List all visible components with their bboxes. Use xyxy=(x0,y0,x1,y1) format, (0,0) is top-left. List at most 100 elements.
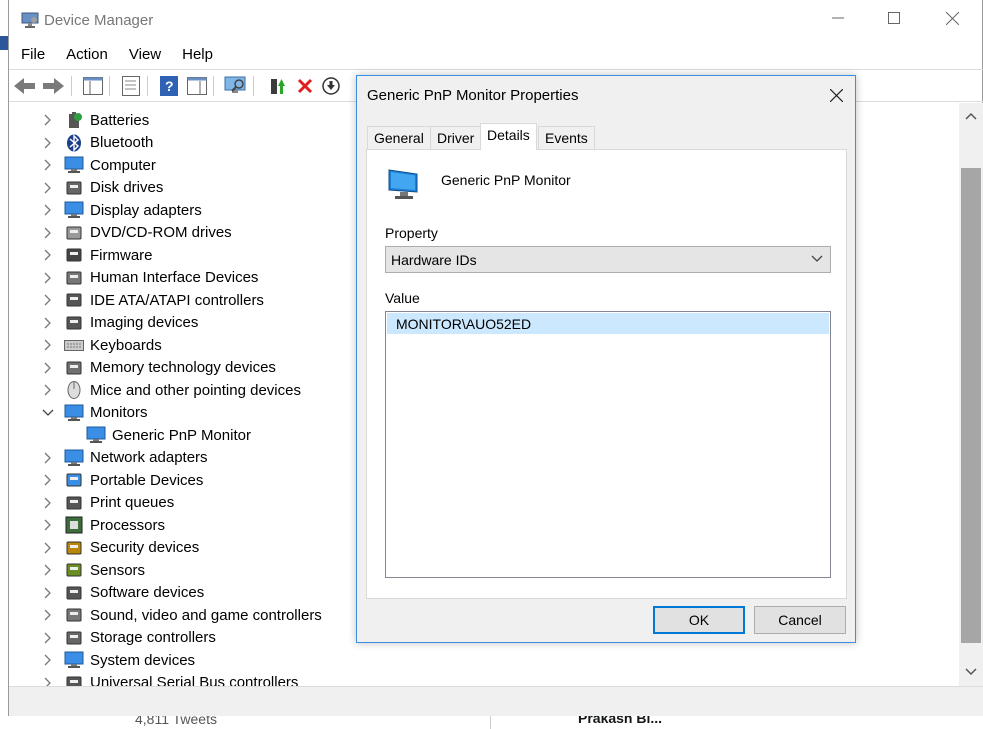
help-icon: ? xyxy=(160,76,178,96)
tree-item[interactable]: Monitors xyxy=(42,402,148,424)
tree-item[interactable]: Processors xyxy=(42,514,165,536)
back-button[interactable] xyxy=(13,74,37,98)
chevron-right-icon[interactable] xyxy=(42,294,54,306)
chevron-right-icon[interactable] xyxy=(42,362,54,374)
chevron-right-icon[interactable] xyxy=(42,227,54,239)
menu-action[interactable]: Action xyxy=(54,42,117,68)
tree-item[interactable]: Storage controllers xyxy=(42,627,216,649)
chevron-right-icon[interactable] xyxy=(42,137,54,149)
chevron-right-icon[interactable] xyxy=(42,452,54,464)
tree-item[interactable]: Sensors xyxy=(42,559,145,581)
usb-icon xyxy=(64,674,84,686)
properties-dialog: Generic PnP Monitor Properties General D… xyxy=(356,75,856,643)
tree-item[interactable]: Generic PnP Monitor xyxy=(86,424,251,446)
tree-item[interactable]: Imaging devices xyxy=(42,312,198,334)
value-list[interactable]: MONITOR\AUO52ED xyxy=(385,311,831,578)
uninstall-device-button[interactable] xyxy=(293,74,317,98)
minimize-button[interactable] xyxy=(815,0,861,36)
tree-item[interactable]: Universal Serial Bus controllers xyxy=(42,672,298,686)
chevron-right-icon[interactable] xyxy=(42,204,54,216)
chevron-right-icon[interactable] xyxy=(42,587,54,599)
tree-item[interactable]: Print queues xyxy=(42,492,174,514)
chevron-right-icon[interactable] xyxy=(42,632,54,644)
tree-item[interactable]: Sound, video and game controllers xyxy=(42,604,322,626)
tab-details[interactable]: Details xyxy=(480,123,537,150)
chevron-right-icon[interactable] xyxy=(42,339,54,351)
tree-item[interactable]: Disk drives xyxy=(42,177,163,199)
tree-item[interactable]: Keyboards xyxy=(42,334,162,356)
tab-driver[interactable]: Driver xyxy=(430,126,482,149)
chevron-right-icon[interactable] xyxy=(42,114,54,126)
chevron-right-icon[interactable] xyxy=(42,249,54,261)
tree-item[interactable]: Software devices xyxy=(42,582,204,604)
value-label: Value xyxy=(385,290,420,306)
chevron-right-icon[interactable] xyxy=(42,519,54,531)
chevron-right-icon[interactable] xyxy=(42,159,54,171)
tree-item[interactable]: Memory technology devices xyxy=(42,357,276,379)
chevron-right-icon[interactable] xyxy=(42,384,54,396)
tree-item[interactable]: Firmware xyxy=(42,244,153,266)
tree-item[interactable]: Computer xyxy=(42,154,156,176)
scroll-up-icon[interactable] xyxy=(963,111,979,121)
network-adapter-icon xyxy=(64,449,84,467)
chevron-right-icon[interactable] xyxy=(42,609,54,621)
value-list-item[interactable]: MONITOR\AUO52ED xyxy=(387,313,829,334)
maximize-icon xyxy=(888,12,900,24)
forward-button[interactable] xyxy=(41,74,65,98)
menu-view[interactable]: View xyxy=(117,42,170,68)
tab-general[interactable]: General xyxy=(367,126,431,149)
show-hide-console-tree-button[interactable] xyxy=(81,74,105,98)
vertical-scrollbar[interactable] xyxy=(959,103,983,686)
chevron-right-icon[interactable] xyxy=(42,654,54,666)
tree-item[interactable]: Batteries xyxy=(42,109,149,131)
tree-item[interactable]: Human Interface Devices xyxy=(42,267,258,289)
chevron-right-icon[interactable] xyxy=(42,474,54,486)
scroll-down-icon[interactable] xyxy=(963,667,979,677)
chevron-right-icon[interactable] xyxy=(42,182,54,194)
tree-item-label: IDE ATA/ATAPI controllers xyxy=(90,291,264,309)
tree-item-label: Computer xyxy=(90,156,156,174)
help-button[interactable]: ? xyxy=(157,74,181,98)
action-pane-button[interactable] xyxy=(185,74,209,98)
chevron-right-icon[interactable] xyxy=(42,564,54,576)
chevron-right-icon[interactable] xyxy=(42,317,54,329)
tree-item[interactable]: Portable Devices xyxy=(42,469,203,491)
ide-controller-icon xyxy=(64,291,84,309)
chevron-right-icon[interactable] xyxy=(42,542,54,554)
menu-help[interactable]: Help xyxy=(170,42,222,68)
properties-button[interactable] xyxy=(119,74,143,98)
close-icon xyxy=(829,88,843,102)
close-button[interactable] xyxy=(929,0,975,36)
tree-item[interactable]: Bluetooth xyxy=(42,132,153,154)
tree-item[interactable]: Network adapters xyxy=(42,447,208,469)
tree-item[interactable]: System devices xyxy=(42,649,195,671)
chevron-right-icon[interactable] xyxy=(42,497,54,509)
scrollbar-thumb[interactable] xyxy=(961,168,981,643)
chevron-right-icon[interactable] xyxy=(42,272,54,284)
tree-item[interactable]: Security devices xyxy=(42,537,199,559)
cancel-button[interactable]: Cancel xyxy=(754,606,846,634)
chevron-down-icon[interactable] xyxy=(42,407,54,419)
update-driver-button[interactable] xyxy=(265,74,289,98)
menu-file[interactable]: File xyxy=(9,42,54,68)
tree-item[interactable]: Mice and other pointing devices xyxy=(42,379,301,401)
tree-item-label: Print queues xyxy=(90,494,175,511)
disable-device-button[interactable] xyxy=(319,74,343,98)
property-dropdown[interactable]: Hardware IDs xyxy=(385,246,831,273)
tree-item[interactable]: DVD/CD-ROM drives xyxy=(42,222,232,244)
ok-button[interactable]: OK xyxy=(653,606,745,634)
tree-item[interactable]: IDE ATA/ATAPI controllers xyxy=(42,289,264,311)
dialog-close-button[interactable] xyxy=(823,82,849,108)
chevron-right-icon[interactable] xyxy=(42,677,54,686)
toolbar-separator xyxy=(109,76,110,96)
maximize-button[interactable] xyxy=(871,0,917,36)
toolbar-separator xyxy=(253,76,254,96)
title-bar[interactable]: Device Manager xyxy=(9,0,983,40)
tab-events[interactable]: Events xyxy=(538,126,595,149)
scan-hardware-button[interactable] xyxy=(223,74,247,98)
back-arrow-icon xyxy=(14,78,35,94)
console-tree-icon xyxy=(83,77,103,95)
tree-item[interactable]: Display adapters xyxy=(42,199,202,221)
display-adapter-icon xyxy=(64,201,84,219)
tree-item-label: Portable Devices xyxy=(90,471,204,489)
